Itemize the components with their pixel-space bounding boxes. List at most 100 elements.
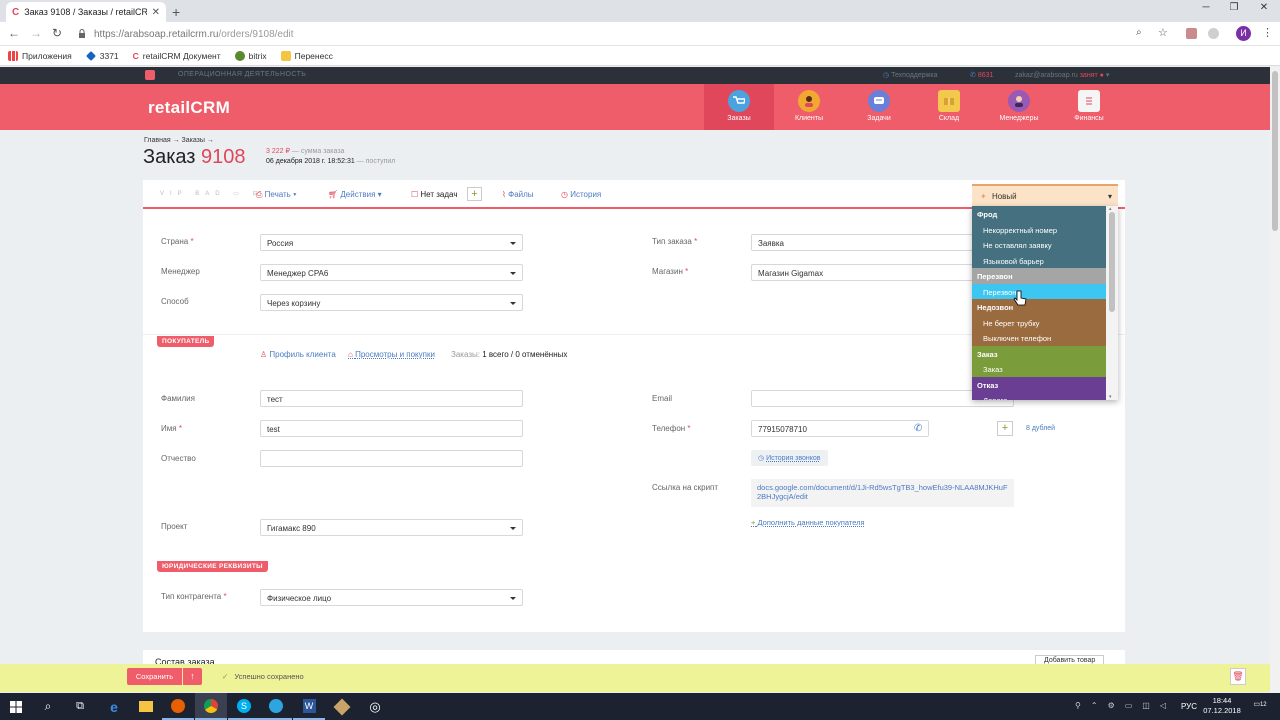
bookmark-apps[interactable]: Приложения xyxy=(8,50,72,61)
duplicates-link[interactable]: 8 дублей xyxy=(1026,425,1055,432)
crm-favicon-icon: C xyxy=(132,50,139,61)
reload-icon[interactable]: ↻ xyxy=(52,26,62,40)
search-icon[interactable]: ⌕ xyxy=(1136,27,1142,38)
url-field[interactable]: https://arabsoap.retailcrm.ru/orders/910… xyxy=(72,25,1152,43)
add-customer-data-link[interactable]: + Дополнить данные покупателя xyxy=(751,518,865,527)
app-icon[interactable] xyxy=(326,693,358,720)
back-icon[interactable]: ← xyxy=(8,26,20,40)
maximize-icon[interactable]: ❐ xyxy=(1220,2,1248,18)
files-button[interactable]: ⌇ Файлы xyxy=(502,190,534,199)
browser-tab[interactable]: C Заказ 9108 / Заказы / retailCRM ✕ xyxy=(6,2,166,22)
patronymic-field[interactable] xyxy=(260,450,523,467)
lastname-field[interactable]: тест xyxy=(260,390,523,407)
edge-icon[interactable]: e xyxy=(98,693,130,720)
extension-icon[interactable] xyxy=(1186,28,1197,39)
status-option[interactable]: Заказ xyxy=(972,361,1106,377)
tasks-indicator[interactable]: ☐ Нет задач xyxy=(411,190,457,199)
bookmark-3371[interactable]: 3371 xyxy=(85,51,119,61)
minimize-icon[interactable]: ─ xyxy=(1192,2,1220,18)
telegram-icon[interactable] xyxy=(260,693,292,720)
nav-tasks[interactable]: Задачи xyxy=(844,84,914,130)
country-select[interactable]: Россия xyxy=(260,234,523,251)
status-option[interactable]: Языковой барьер xyxy=(972,252,1106,268)
page-title: Заказ 9108 xyxy=(143,146,246,168)
task-view-icon[interactable]: ⧉ xyxy=(64,693,96,720)
client-profile-link[interactable]: ♙ Профиль клиента xyxy=(260,350,336,359)
firstname-field[interactable]: test xyxy=(260,420,523,437)
nav-finance[interactable]: Финансы xyxy=(1054,84,1124,130)
status-option[interactable]: Не оставлял заявку xyxy=(972,237,1106,253)
page-scrollbar[interactable] xyxy=(1270,67,1280,693)
lastname-label: Фамилия xyxy=(161,394,195,403)
calls-counter[interactable]: ✆ 8631 xyxy=(970,71,993,79)
new-tab-icon[interactable]: + xyxy=(172,4,180,20)
notifications-icon[interactable]: ▭12 xyxy=(1252,700,1268,714)
menu-icon[interactable]: ⋮ xyxy=(1262,26,1273,39)
window-close-icon[interactable]: ✕ xyxy=(1250,2,1278,18)
contractor-select[interactable]: Физическое лицо xyxy=(260,589,523,606)
apps-grid-icon xyxy=(8,50,18,61)
status-option[interactable]: Некорректный номер xyxy=(972,221,1106,237)
person-icon: ♙ xyxy=(260,350,268,359)
save-up-icon[interactable]: ↑ xyxy=(183,668,202,685)
manager-select[interactable]: Менеджер CPA6 xyxy=(260,264,523,281)
project-select[interactable]: Гигамакс 890 xyxy=(260,519,523,536)
user-menu[interactable]: zakaz@arabsoap.ru занят ● ▾ xyxy=(1015,71,1109,79)
shop-select[interactable]: Магазин Gigamax xyxy=(751,264,973,281)
cart-icon[interactable] xyxy=(145,70,155,80)
skype-icon[interactable]: S xyxy=(228,693,260,720)
bookmark-folder[interactable]: Перенесс xyxy=(280,50,333,61)
dropdown-scrollbar[interactable]: ▴ ▾ xyxy=(1106,206,1118,400)
nav-clients[interactable]: Клиенты xyxy=(774,84,844,130)
script-link[interactable]: docs.google.com/document/d/1Ji-Rd5wsTgTB… xyxy=(751,479,1014,507)
crm-logo[interactable]: retailCRM xyxy=(148,98,230,118)
browser-tab-strip: C Заказ 9108 / Заказы / retailCRM ✕ + ─ … xyxy=(0,0,1280,22)
cart-icon: 🛒︎ xyxy=(328,190,339,199)
bitrix-icon xyxy=(234,50,245,61)
call-history-button[interactable]: ◷ История звонков xyxy=(751,450,828,466)
status-option[interactable]: Выключен телефон xyxy=(972,330,1106,346)
obs-icon[interactable]: ◎ xyxy=(359,693,391,720)
status-group: Недозвон xyxy=(972,299,1106,315)
system-tray-icons[interactable]: ⚲⌃⚙▭◫◁ xyxy=(1075,701,1176,710)
order-type-select[interactable]: Заявка xyxy=(751,234,973,251)
actions-button[interactable]: 🛒︎ Действия ▾ xyxy=(328,190,382,199)
star-icon[interactable]: ☆ xyxy=(1158,26,1168,39)
close-icon[interactable]: ✕ xyxy=(152,7,160,18)
status-option[interactable]: Перезвон xyxy=(972,283,1106,299)
nav-warehouse[interactable]: Склад xyxy=(914,84,984,130)
nav-managers[interactable]: Менеджеры xyxy=(984,84,1054,130)
clock[interactable]: 18:44 07.12.2018 xyxy=(1202,696,1242,716)
add-phone-button[interactable]: + xyxy=(997,421,1013,436)
nav-orders[interactable]: Заказы xyxy=(704,84,774,130)
status-option[interactable]: Дорого xyxy=(972,392,1106,400)
print-button[interactable]: ⎙ Печать ▾ xyxy=(256,190,296,200)
status-option[interactable]: Не берет трубку xyxy=(972,314,1106,330)
method-select[interactable]: Через корзину xyxy=(260,294,523,311)
explorer-icon[interactable] xyxy=(130,693,162,720)
bookmark-retailcrm-docs[interactable]: CretailCRM Документ xyxy=(133,51,221,61)
windows-start-icon[interactable] xyxy=(0,693,32,720)
chrome-icon[interactable] xyxy=(195,693,227,720)
support-link[interactable]: ◷ Техподдержка xyxy=(883,71,937,79)
delete-icon[interactable]: 🗑︎ xyxy=(1230,668,1246,685)
phone-field[interactable]: 77915078710 xyxy=(751,420,929,437)
quick-flags[interactable]: VIP BAD ▭ ⊟ xyxy=(160,190,264,197)
call-phone-icon[interactable]: ✆ xyxy=(914,423,922,434)
save-status: ✓ Успешно сохранено xyxy=(222,672,304,681)
composition-card: Состав заказа Добавить товар xyxy=(143,650,1125,667)
forward-icon[interactable]: → xyxy=(30,26,42,40)
bookmark-bitrix[interactable]: bitrix xyxy=(234,50,267,61)
views-purchases-link[interactable]: ⌂ Просмотры и покупки xyxy=(348,350,435,359)
search-icon[interactable]: ⌕ xyxy=(32,693,64,720)
add-task-button[interactable]: + xyxy=(467,187,482,201)
word-icon[interactable]: W xyxy=(293,693,325,720)
extension2-icon[interactable] xyxy=(1208,28,1219,39)
history-button[interactable]: ◷ История xyxy=(561,190,601,199)
save-button[interactable]: Сохранить xyxy=(127,668,182,685)
firefox-icon[interactable] xyxy=(162,693,194,720)
status-select[interactable]: ✦ Новый ▾ xyxy=(972,184,1118,206)
language-indicator[interactable]: РУС xyxy=(1181,702,1197,711)
breadcrumb[interactable]: Главная → Заказы → xyxy=(144,137,214,144)
profile-avatar[interactable]: И xyxy=(1236,26,1251,41)
